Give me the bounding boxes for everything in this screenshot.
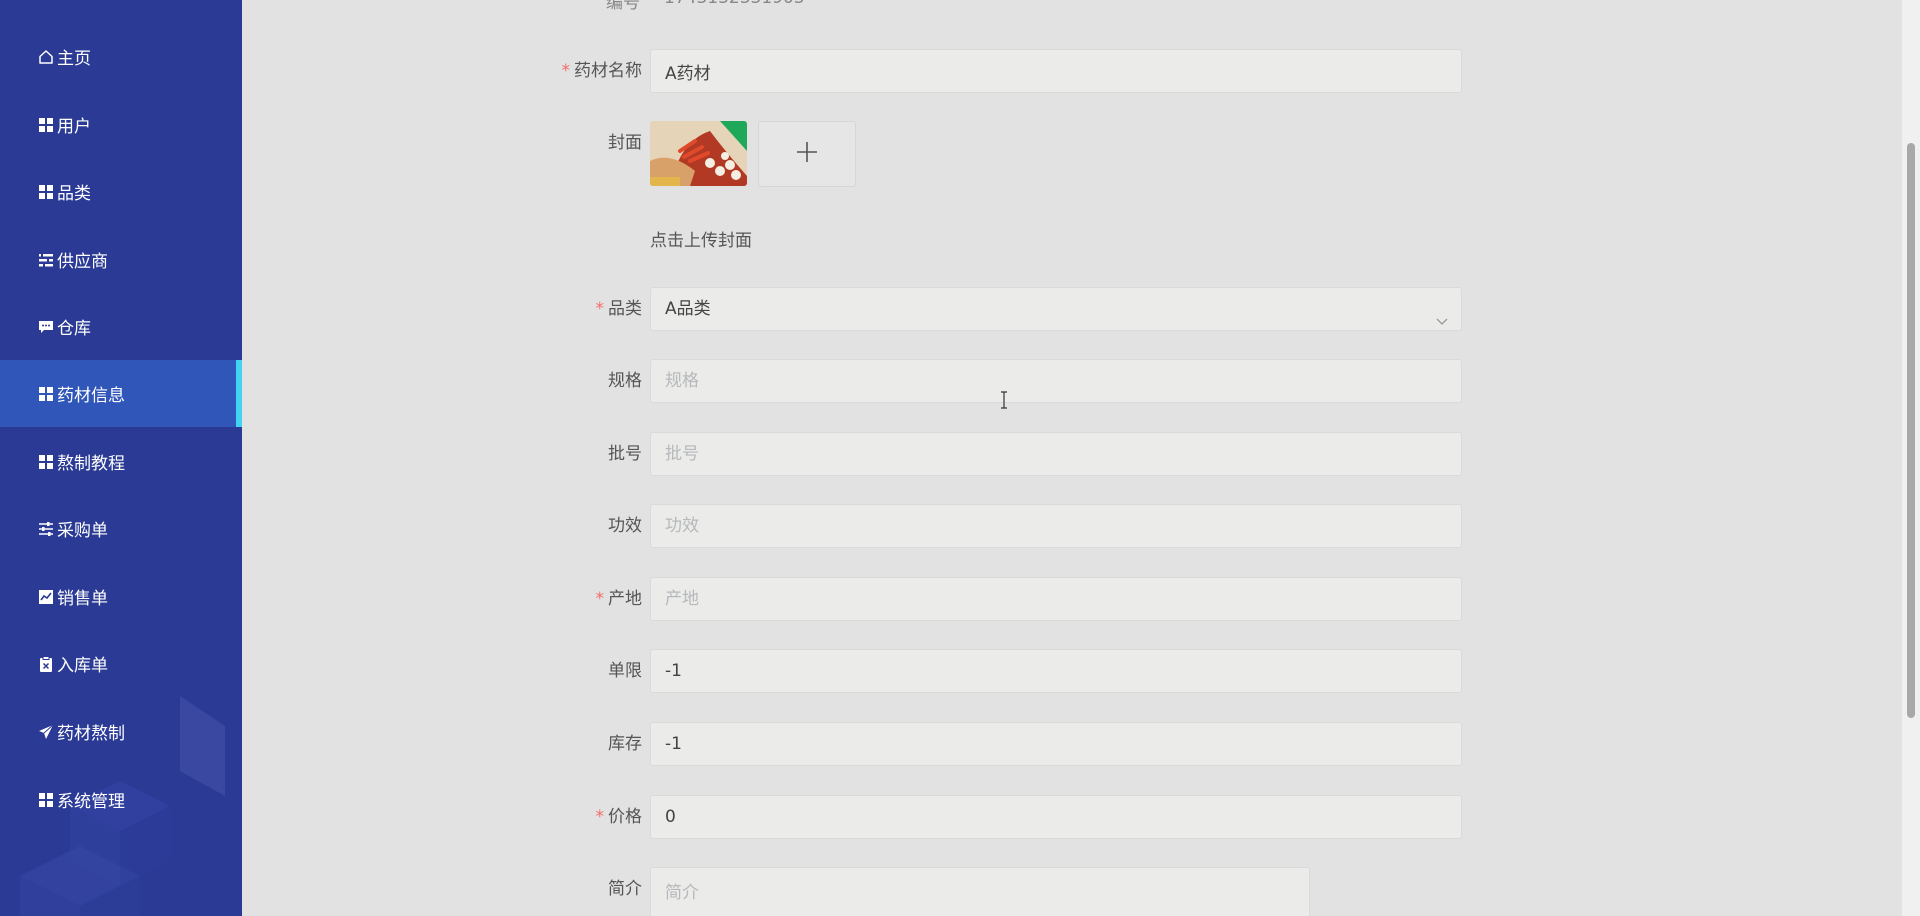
form-row-efficacy: 功效	[242, 504, 1902, 548]
intro-textarea[interactable]	[650, 867, 1310, 916]
form-row-category: * 品类 A品类	[242, 287, 1902, 331]
page-scrollbar[interactable]	[1902, 0, 1920, 916]
form-row-stock: 库存	[242, 722, 1902, 766]
field-label: 简介	[608, 879, 642, 899]
chart-icon	[37, 588, 54, 605]
field-label: * 品类	[595, 299, 643, 319]
field-label: * 药材名称	[561, 61, 643, 81]
sidebar-item-label: 系统管理	[57, 792, 125, 812]
sidebar-item-label: 药材信息	[57, 386, 125, 406]
price-input[interactable]	[650, 795, 1462, 839]
field-label: * 价格	[595, 807, 643, 827]
list-icon	[37, 251, 54, 268]
form-row-limit: 单限	[242, 649, 1902, 693]
sidebar-item-home[interactable]: 主页	[0, 23, 242, 90]
batch-input[interactable]	[650, 432, 1462, 476]
field-label: * 产地	[595, 589, 643, 609]
sidebar-item-category[interactable]: 品类	[0, 158, 242, 225]
sidebar-item-label: 品类	[57, 184, 91, 204]
category-select[interactable]: A品类	[650, 287, 1462, 331]
stock-input[interactable]	[650, 722, 1462, 766]
sidebar-item-purchase-order[interactable]: 采购单	[0, 495, 242, 562]
form-row-spec: 规格	[242, 359, 1902, 403]
limit-input[interactable]	[650, 649, 1462, 693]
field-label: 单限	[608, 661, 642, 681]
efficacy-input[interactable]	[650, 504, 1462, 548]
name-input[interactable]	[650, 49, 1462, 93]
spec-input[interactable]	[650, 359, 1462, 403]
field-label: 规格	[608, 371, 642, 391]
form-row-intro: 简介	[242, 867, 1902, 916]
sidebar-item-label: 采购单	[57, 521, 108, 541]
sidebar-item-label: 入库单	[57, 656, 108, 676]
sidebar-item-label: 供应商	[57, 252, 108, 272]
sidebar-item-supplier[interactable]: 供应商	[0, 226, 242, 293]
grid-icon	[37, 183, 54, 200]
sidebar-item-herb-info[interactable]: 药材信息	[0, 360, 242, 427]
id-value: 1743132331903	[664, 0, 805, 8]
form-row-name: * 药材名称	[242, 49, 1902, 93]
sidebar-item-sales-order[interactable]: 销售单	[0, 563, 242, 630]
field-label: 库存	[608, 734, 642, 754]
field-label: 功效	[608, 516, 642, 536]
sidebar-item-users[interactable]: 用户	[0, 91, 242, 158]
clipboard-icon	[37, 655, 54, 672]
chevron-down-icon	[1435, 302, 1449, 325]
grid-icon	[37, 116, 54, 133]
send-icon	[37, 723, 54, 740]
sidebar-item-system-management[interactable]: 系统管理	[0, 766, 242, 833]
form-row-price: * 价格	[242, 795, 1902, 839]
chat-icon	[37, 318, 54, 335]
upload-cover-button[interactable]	[758, 121, 856, 187]
sidebar-item-warehouse[interactable]: 仓库	[0, 293, 242, 360]
sliders-icon	[37, 520, 54, 537]
home-icon	[37, 48, 54, 65]
origin-input[interactable]	[650, 577, 1462, 621]
grid-icon	[37, 791, 54, 808]
field-label: 批号	[608, 444, 642, 464]
sidebar: 主页 用户 品类 供应商 仓库 药材信息 熬制教程 采购单 销售单 入库单 药材…	[0, 0, 242, 916]
upload-hint: 点击上传封面	[650, 231, 752, 251]
scrollbar-thumb[interactable]	[1907, 143, 1915, 718]
form-row-batch: 批号	[242, 432, 1902, 476]
sidebar-item-inbound-order[interactable]: 入库单	[0, 630, 242, 697]
sidebar-item-label: 用户	[57, 117, 91, 137]
form-row-origin: * 产地	[242, 577, 1902, 621]
main-content: 编号 1743132331903 *药材名称 封面	[242, 0, 1902, 916]
sidebar-item-label: 药材熬制	[57, 724, 125, 744]
cover-image[interactable]	[650, 121, 747, 186]
grid-icon	[37, 453, 54, 470]
id-label: 编号	[606, 0, 640, 13]
text-cursor-icon	[1001, 391, 1007, 409]
sidebar-item-label: 熬制教程	[57, 454, 125, 474]
category-select-value: A品类	[665, 299, 711, 319]
sidebar-item-label: 销售单	[57, 589, 108, 609]
sidebar-item-label: 仓库	[57, 319, 91, 339]
sidebar-item-label: 主页	[57, 49, 91, 69]
sidebar-item-herb-decoction[interactable]: 药材熬制	[0, 698, 242, 765]
field-label: 封面	[608, 133, 642, 153]
sidebar-item-decoction-tutorial[interactable]: 熬制教程	[0, 428, 242, 495]
plus-icon	[796, 141, 818, 167]
grid-icon	[37, 385, 54, 402]
